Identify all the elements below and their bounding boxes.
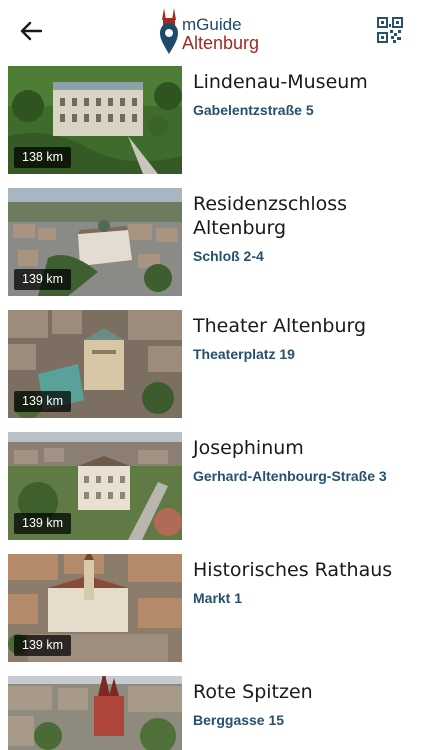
location-pin-logo-icon [160,8,178,54]
list-item[interactable]: 138 km Lindenau-Museum Gabelentzstraße 5 [0,66,422,174]
poi-address: Berggasse 15 [193,712,285,728]
poi-thumbnail: 139 km [8,310,182,418]
poi-thumbnail: 138 km [8,66,182,174]
list-item[interactable]: 139 km Residenzschloss Altenburg Schloß … [0,188,422,296]
poi-thumbnail: 139 km [8,188,182,296]
app-header: mGuide Altenburg [0,0,422,62]
logo-text-top: mGuide [182,15,242,34]
poi-address: Gerhard-Altenbourg-Straße 3 [193,468,387,484]
poi-title: Josephinum [193,437,304,459]
list-item[interactable]: 139 km Historisches Rathaus Markt 1 [0,554,422,662]
poi-thumbnail: 139 km [8,554,182,662]
arrow-left-icon [20,21,42,41]
poi-title: Residenzschloss Altenburg [193,193,348,239]
distance-badge: 139 km [14,269,71,290]
distance-badge: 138 km [14,147,71,168]
poi-thumbnail [8,676,182,750]
app-logo: mGuide Altenburg [158,6,259,56]
poi-address: Gabelentzstraße 5 [193,102,314,118]
back-button[interactable] [16,16,46,46]
distance-badge: 139 km [14,513,71,534]
list-item[interactable]: Rote Spitzen Berggasse 15 [0,676,422,750]
poi-address: Markt 1 [193,590,243,606]
poi-thumbnail: 139 km [8,432,182,540]
list-item[interactable]: 139 km Theater Altenburg Theaterplatz 19 [0,310,422,418]
list-item[interactable]: 139 km Josephinum Gerhard-Altenbourg-Str… [0,432,422,540]
poi-address: Theaterplatz 19 [193,346,295,362]
poi-address: Schloß 2-4 [193,248,264,264]
distance-badge: 139 km [14,391,71,412]
qr-scan-button[interactable] [376,16,406,46]
poi-title: Lindenau-Museum [193,71,368,93]
qr-code-icon [377,17,403,43]
poi-title: Historisches Rathaus [193,559,393,581]
poi-title: Theater Altenburg [193,315,367,337]
distance-badge: 139 km [14,635,71,656]
logo-text-bottom: Altenburg [182,33,260,53]
poi-title: Rote Spitzen [193,681,313,703]
